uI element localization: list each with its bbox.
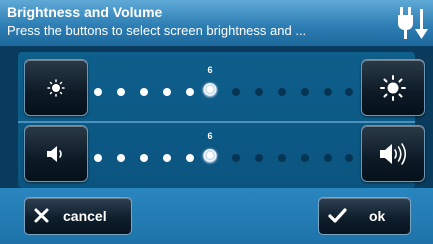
brightness-high-icon (380, 75, 406, 101)
brightness-decrease-button[interactable] (24, 59, 88, 116)
power-plug-icon (398, 7, 428, 39)
brightness-step (94, 88, 102, 96)
brightness-increase-button[interactable] (361, 59, 425, 116)
volume-slider[interactable]: 6 (92, 131, 353, 173)
brightness-low-icon (47, 79, 65, 97)
brightness-step (345, 88, 353, 96)
volume-slider-handle[interactable] (203, 149, 217, 163)
brightness-step (140, 88, 148, 96)
volume-step (324, 154, 332, 162)
brightness-step (324, 88, 332, 96)
checkmark-icon (328, 208, 347, 223)
volume-level-label: 6 (207, 131, 213, 141)
volume-step (345, 154, 353, 162)
brightness-step (186, 88, 194, 96)
dialog-header: Brightness and Volume Press the buttons … (0, 0, 433, 47)
ok-button[interactable]: ok (318, 197, 411, 235)
volume-step (186, 154, 194, 162)
brightness-step (163, 88, 171, 96)
volume-step (94, 154, 102, 162)
volume-step (117, 154, 125, 162)
volume-increase-button[interactable] (361, 125, 425, 182)
panel-divider (18, 121, 415, 123)
brightness-step (278, 88, 286, 96)
volume-step (232, 154, 240, 162)
volume-step (163, 154, 171, 162)
volume-decrease-button[interactable] (24, 125, 88, 182)
cancel-button[interactable]: cancel (24, 197, 132, 235)
brightness-slider[interactable]: 6 (92, 65, 353, 107)
dialog-title: Brightness and Volume (7, 4, 163, 20)
brightness-step (117, 88, 125, 96)
volume-step (140, 154, 148, 162)
cancel-label: cancel (63, 208, 107, 224)
brightness-step (255, 88, 263, 96)
brightness-step (232, 88, 240, 96)
brightness-step (301, 88, 309, 96)
volume-step (278, 154, 286, 162)
volume-low-icon (47, 146, 62, 162)
volume-high-icon (380, 143, 407, 165)
volume-step (301, 154, 309, 162)
x-icon (34, 208, 49, 223)
dialog-subtitle: Press the buttons to select screen brigh… (7, 23, 307, 38)
brightness-slider-handle[interactable] (203, 83, 217, 97)
volume-step (255, 154, 263, 162)
brightness-level-label: 6 (207, 65, 213, 75)
ok-label: ok (369, 208, 386, 224)
